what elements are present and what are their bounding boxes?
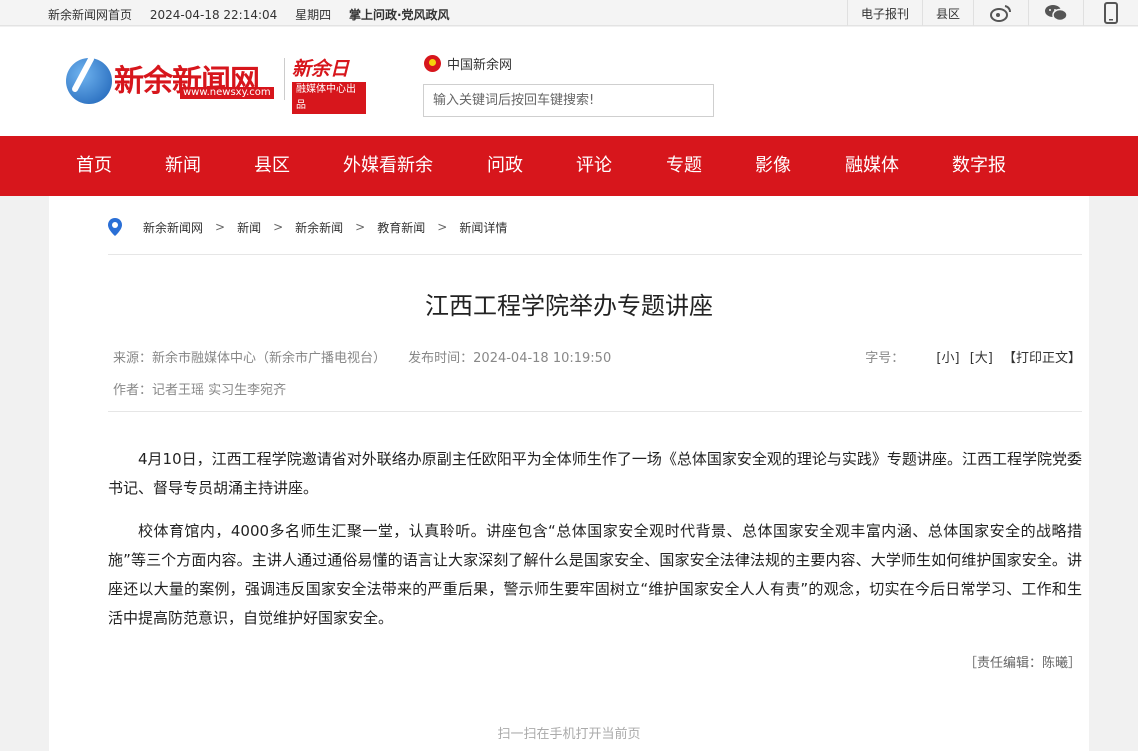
globe-logo-icon bbox=[66, 58, 112, 104]
county-link[interactable]: 县区 bbox=[921, 0, 973, 26]
china-xinyu-label: 中国新余网 bbox=[447, 58, 513, 73]
font-large-button[interactable]: [大] bbox=[970, 351, 993, 366]
breadcrumb-home[interactable]: 新余新闻网 bbox=[143, 219, 203, 236]
top-bar: 新余新闻网首页 2024-04-18 22:14:04 星期四 掌上问政·党风政… bbox=[0, 0, 1138, 26]
breadcrumb-separator: > bbox=[215, 220, 226, 234]
nav-item-images[interactable]: 影像 bbox=[755, 136, 791, 196]
current-datetime: 2024-04-18 22:14:04 bbox=[149, 8, 278, 22]
site-header: 新余新闻网 www.newsxy.com 新余日报 融媒体中心出品 中国新余网 bbox=[0, 27, 1138, 136]
breadcrumb-current: 新闻详情 bbox=[459, 220, 508, 235]
font-size-controls: 字号： [小] [大] 【打印正文】 bbox=[865, 347, 1081, 366]
breadcrumb-xinyu-news[interactable]: 新余新闻 bbox=[295, 219, 343, 236]
breadcrumb: 新余新闻网 > 新闻 > 新余新闻 > 教育新闻 > 新闻详情 bbox=[108, 218, 507, 236]
top-bar-right: 电子报刊 县区 bbox=[846, 0, 1138, 26]
wechat-icon[interactable] bbox=[1028, 0, 1083, 26]
article-source: 来源：新余市融媒体中心（新余市广播电视台） bbox=[113, 351, 387, 366]
responsible-editor: ［责任编辑：陈曦］ bbox=[963, 656, 1081, 671]
location-pin-icon bbox=[108, 218, 122, 236]
top-bar-left: 新余新闻网首页 2024-04-18 22:14:04 星期四 掌上问政·党风政… bbox=[48, 6, 464, 23]
nav-item-topics[interactable]: 专题 bbox=[666, 136, 702, 196]
breadcrumb-separator: > bbox=[437, 220, 448, 234]
article-title: 江西工程学院举办专题讲座 bbox=[425, 292, 713, 320]
national-emblem-icon bbox=[424, 55, 441, 72]
font-small-button[interactable]: [小] bbox=[936, 351, 959, 366]
qr-hint: 扫一扫在手机打开当前页 bbox=[497, 727, 641, 742]
breadcrumb-news[interactable]: 新闻 bbox=[237, 219, 261, 236]
highlight-link[interactable]: 掌上问政·党风政风 bbox=[349, 8, 450, 22]
daily-tagline: 融媒体中心出品 bbox=[292, 82, 366, 114]
divider bbox=[108, 254, 1082, 255]
breadcrumb-education-news[interactable]: 教育新闻 bbox=[377, 219, 425, 236]
main-nav: 首页 新闻 县区 外媒看新余 问政 评论 专题 影像 融媒体 数字报 bbox=[0, 136, 1138, 196]
nav-item-home[interactable]: 首页 bbox=[76, 136, 112, 196]
print-button[interactable]: 【打印正文】 bbox=[1003, 351, 1081, 366]
nav-item-inquiry[interactable]: 问政 bbox=[487, 136, 523, 196]
home-link[interactable]: 新余新闻网首页 bbox=[48, 8, 132, 22]
nav-item-media[interactable]: 融媒体 bbox=[845, 136, 899, 196]
article-publish-time: 发布时间：2024-04-18 10:19:50 bbox=[408, 351, 612, 366]
article-paragraph: 4月10日，江西工程学院邀请省对外联络办原副主任欧阳平为全体师生作了一场《总体国… bbox=[108, 450, 1082, 497]
nav-item-foreign-media[interactable]: 外媒看新余 bbox=[343, 136, 433, 196]
china-xinyu-link[interactable]: 中国新余网 bbox=[424, 54, 512, 73]
weibo-icon[interactable] bbox=[973, 0, 1028, 26]
breadcrumb-separator: > bbox=[273, 220, 284, 234]
weekday: 星期四 bbox=[295, 8, 332, 22]
nav-item-news[interactable]: 新闻 bbox=[165, 136, 201, 196]
nav-item-county[interactable]: 县区 bbox=[254, 136, 290, 196]
search-input[interactable] bbox=[423, 84, 714, 117]
article-meta: 来源：新余市融媒体中心（新余市广播电视台） 发布时间：2024-04-18 10… bbox=[113, 347, 629, 366]
font-size-label: 字号： bbox=[865, 351, 905, 366]
mobile-icon[interactable] bbox=[1083, 0, 1138, 26]
nav-item-comment[interactable]: 评论 bbox=[576, 136, 612, 196]
logo-url: www.newsxy.com bbox=[180, 87, 274, 99]
logo-divider bbox=[284, 58, 285, 100]
divider bbox=[108, 411, 1082, 412]
article-paragraph: 校体育馆内，4000多名师生汇聚一堂，认真聆听。讲座包含“总体国家安全观时代背景… bbox=[108, 522, 1082, 627]
article-author: 作者：记者王瑶 实习生李宛齐 bbox=[113, 383, 287, 398]
article-container: 新余新闻网 > 新闻 > 新余新闻 > 教育新闻 > 新闻详情 江西工程学院举办… bbox=[49, 196, 1089, 751]
article-body: 4月10日，江西工程学院邀请省对外联络办原副主任欧阳平为全体师生作了一场《总体国… bbox=[108, 445, 1082, 647]
site-logo[interactable]: 新余新闻网 www.newsxy.com 新余日报 融媒体中心出品 bbox=[66, 54, 366, 114]
breadcrumb-separator: > bbox=[355, 220, 366, 234]
nav-item-digital-paper[interactable]: 数字报 bbox=[952, 136, 1006, 196]
epaper-link[interactable]: 电子报刊 bbox=[846, 0, 922, 26]
